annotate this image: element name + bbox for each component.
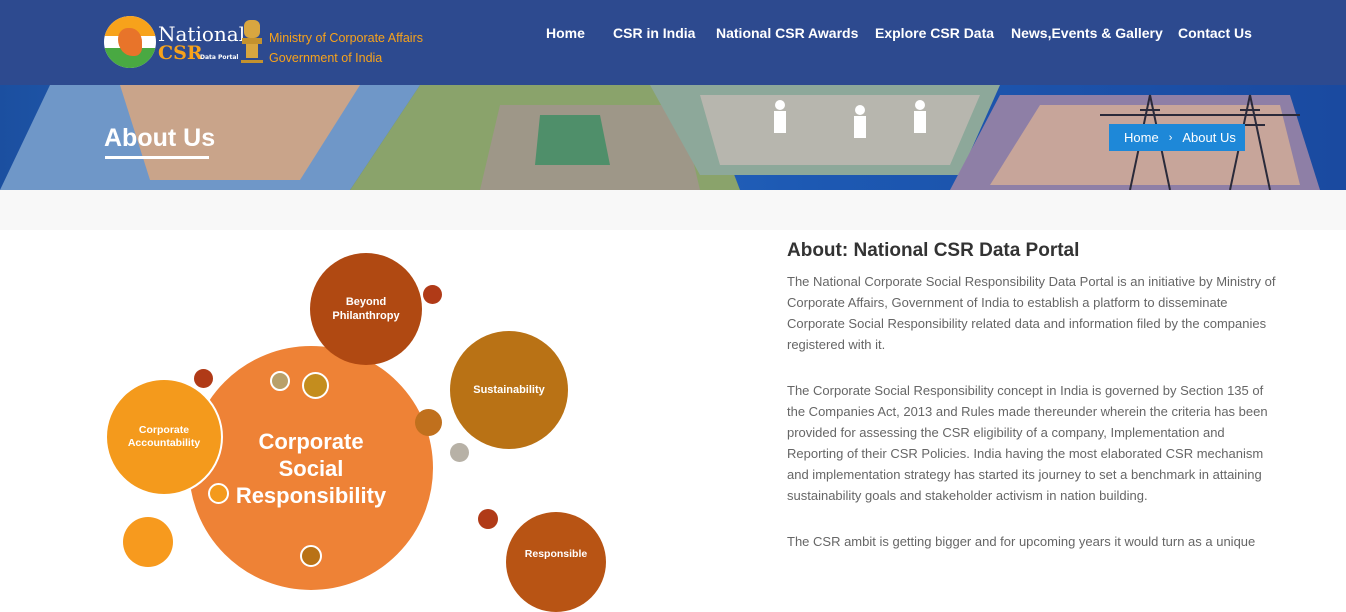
small-bubble <box>270 371 290 391</box>
government-name: Government of India <box>269 51 383 65</box>
small-bubble <box>194 369 213 388</box>
about-paragraph-1: The National Corporate Social Responsibi… <box>787 274 1276 352</box>
small-bubble <box>423 285 442 304</box>
chevron-right-icon: › <box>1168 131 1173 144</box>
about-paragraph-3: The CSR ambit is getting bigger and for … <box>787 534 1256 549</box>
ministry-label: Ministry of Corporate Affairs Government… <box>269 28 423 68</box>
page-title: About Us <box>104 124 216 152</box>
bubble-csr-center-label: Corporate Social Responsibility <box>235 428 387 508</box>
nav-home[interactable]: Home <box>546 25 585 41</box>
bubble-beyond-philanthropy: Beyond Philanthropy <box>310 253 422 365</box>
bubble-sustainability-label: Sustainability <box>473 384 545 396</box>
breadcrumb: Home › About Us <box>1109 124 1245 151</box>
small-bubble <box>302 372 329 399</box>
nav-explore-csr-data[interactable]: Explore CSR Data <box>875 25 994 41</box>
small-bubble <box>478 509 498 529</box>
bubble-beyond-label: Beyond Philanthropy <box>332 296 400 322</box>
small-bubble <box>123 517 173 567</box>
small-bubble <box>450 443 469 462</box>
content-heading: About: National CSR Data Portal <box>787 240 1080 261</box>
breadcrumb-home-link[interactable]: Home <box>1124 130 1159 145</box>
nav-national-csr-awards[interactable]: National CSR Awards <box>716 25 858 41</box>
site-header: National CSR Data Portal Ministry of Cor… <box>0 0 1346 85</box>
breadcrumb-current: About Us <box>1182 130 1236 145</box>
small-bubble <box>415 409 442 436</box>
bubble-accountability-label: Corporate Accountability <box>127 424 201 449</box>
nav-csr-in-india[interactable]: CSR in India <box>613 25 695 41</box>
bubble-responsible: Responsible <box>506 512 606 612</box>
small-bubble <box>208 483 229 504</box>
nav-contact-us[interactable]: Contact Us <box>1178 25 1252 41</box>
national-csr-logo[interactable]: National CSR Data Portal Ministry of Cor… <box>104 14 434 70</box>
logo-data-portal-text: Data Portal <box>200 54 239 61</box>
state-emblem-icon <box>241 20 263 63</box>
logo-csr-text: CSR <box>158 42 203 64</box>
small-bubble <box>300 545 322 567</box>
about-paragraph-2: The Corporate Social Responsibility conc… <box>787 383 1268 503</box>
india-map-logo-icon <box>104 16 156 68</box>
title-underline <box>105 156 209 159</box>
content-top-strip <box>0 190 1346 230</box>
bubble-sustainability: Sustainability <box>450 331 568 449</box>
bubble-responsible-label: Responsible <box>524 548 588 560</box>
ministry-name: Ministry of Corporate Affairs <box>269 31 423 45</box>
bubble-corporate-accountability: Corporate Accountability <box>105 378 223 496</box>
nav-news-events-gallery[interactable]: News,Events & Gallery <box>1011 25 1163 41</box>
